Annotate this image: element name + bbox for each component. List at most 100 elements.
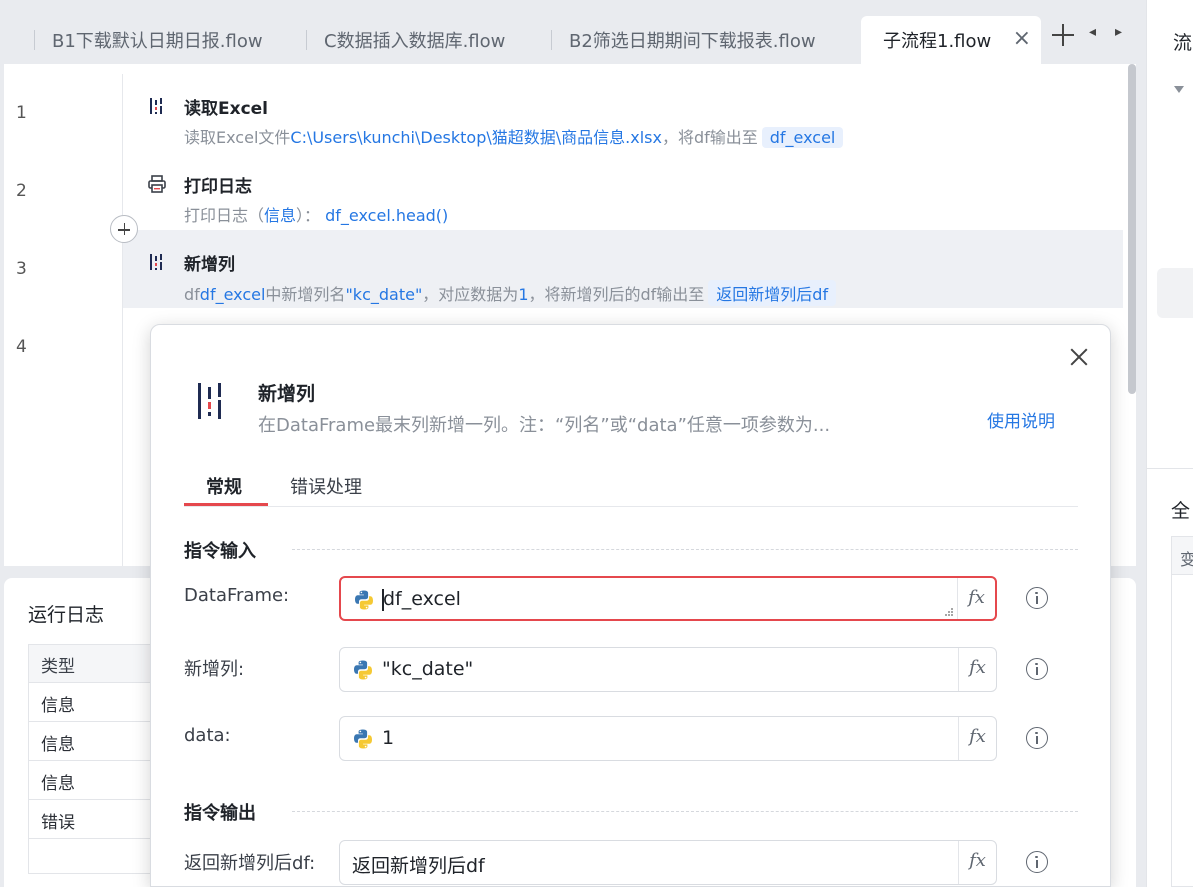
step-description: 打印日志（信息）： df_excel.head() — [184, 202, 448, 226]
variable-table-header: 变 — [1172, 537, 1193, 575]
step-description: dfdf_excel中新增列名"kc_date"，对应数据为1，将新增列后的df… — [184, 280, 837, 306]
python-icon — [354, 660, 372, 680]
tab-bar: B1下载默认日期日报.flow C数据插入数据库.flow B2筛选日期期间下载… — [0, 0, 1146, 64]
tab-separator — [34, 30, 35, 50]
python-icon — [354, 729, 372, 749]
help-link[interactable]: 使用说明 — [987, 407, 1055, 432]
fx-button[interactable]: fx — [958, 841, 996, 884]
column-name: "kc_date" — [345, 285, 423, 304]
section-label: 指令输出 — [184, 799, 266, 825]
tab-label: B1下载默认日期日报.flow — [52, 31, 263, 52]
info-icon[interactable] — [1026, 851, 1048, 873]
python-icon — [355, 590, 373, 610]
section-divider — [292, 811, 1078, 812]
log-level: 信息 — [264, 206, 297, 225]
step-title: 读取Excel — [184, 99, 269, 119]
add-tab-icon[interactable] — [1050, 22, 1076, 48]
fx-button[interactable]: fx — [957, 578, 995, 619]
desc-text: 打印日志（ — [184, 206, 265, 225]
panel-title-flow: 流 — [1173, 32, 1193, 54]
field-label-data: data: — [184, 725, 231, 746]
output-variable-input[interactable]: 返回新增列后df fx — [339, 840, 997, 885]
desc-text: 读取Excel文件 — [184, 128, 291, 147]
printer-icon — [148, 175, 166, 193]
dataframe-input[interactable]: df_excel fx — [339, 576, 997, 621]
line-number: 1 — [16, 103, 27, 123]
tab-label: C数据插入数据库.flow — [324, 31, 506, 52]
df-variable: df_excel — [199, 285, 266, 304]
add-column-dialog: 新增列 在DataFrame最末列新增一列。注：“列名”或“data”任意一项参… — [150, 324, 1111, 887]
field-value: df_excel — [383, 588, 461, 610]
scroll-right-icon[interactable]: ▸ — [1115, 24, 1122, 40]
dialog-title: 新增列 — [258, 383, 316, 405]
scroll-left-icon[interactable]: ◂ — [1089, 24, 1096, 40]
tab-separator — [551, 30, 552, 50]
field-label-dataframe: DataFrame: — [184, 585, 290, 606]
desc-text: 中新增列名 — [265, 285, 346, 304]
active-tab-indicator — [184, 503, 268, 506]
info-icon[interactable] — [1026, 587, 1048, 609]
tab-error-handling[interactable]: 错误处理 — [290, 473, 362, 499]
new-column-input[interactable]: "kc_date" fx — [339, 647, 997, 692]
insert-step-button[interactable] — [110, 215, 138, 243]
table-row[interactable]: 错误 — [29, 800, 167, 839]
info-icon[interactable] — [1026, 727, 1048, 749]
desc-text: ，将新增列后的df输出至 — [528, 285, 705, 304]
dataframe-icon — [198, 383, 221, 419]
tab-general[interactable]: 常规 — [206, 473, 242, 499]
step-description: 读取Excel文件C:\Users\kunchi\Desktop\猫超数据\商品… — [184, 124, 844, 148]
step-title: 新增列 — [184, 255, 235, 275]
tab-b1-flow[interactable]: B1下载默认日期日报.flow — [34, 16, 304, 64]
file-path: C:\Users\kunchi\Desktop\猫超数据\商品信息.xlsx — [290, 128, 662, 147]
field-value: 1 — [382, 727, 395, 749]
table-row[interactable]: 信息 — [29, 761, 167, 800]
log-header-type: 类型 — [29, 645, 167, 683]
section-output: 指令输出 — [184, 799, 1078, 825]
table-row[interactable]: 信息 — [29, 683, 167, 722]
variable-table: 变 — [1171, 536, 1193, 887]
section-label: 指令输入 — [184, 537, 266, 563]
tab-label: 子流程1.flow — [883, 31, 992, 52]
panel-divider — [1147, 468, 1193, 469]
table-row — [29, 839, 167, 873]
output-variable-chip[interactable]: df_excel — [761, 127, 844, 148]
desc-text: ，将df输出至 — [661, 128, 758, 147]
editor-scrollbar[interactable] — [1128, 64, 1136, 394]
section-input: 指令输入 — [184, 537, 1078, 563]
step-read-excel[interactable]: 读取Excel 读取Excel文件C:\Users\kunchi\Desktop… — [123, 74, 1123, 152]
table-row[interactable]: 信息 — [29, 722, 167, 761]
dataframe-icon — [150, 254, 162, 270]
dialog-description: 在DataFrame最末列新增一列。注：“列名”或“data”任意一项参数为..… — [258, 415, 831, 436]
right-panel: 流 全 变 — [1146, 0, 1193, 887]
panel-item[interactable] — [1157, 268, 1193, 318]
line-number: 2 — [16, 181, 27, 201]
step-add-column[interactable]: 新增列 dfdf_excel中新增列名"kc_date"，对应数据为1，将新增列… — [123, 230, 1123, 308]
dialog-tabs: 常规 错误处理 — [184, 465, 1078, 507]
tab-c-flow[interactable]: C数据插入数据库.flow — [306, 16, 550, 64]
fx-button[interactable]: fx — [958, 717, 996, 760]
field-value: "kc_date" — [382, 658, 474, 680]
close-icon[interactable]: × — [1013, 28, 1031, 50]
info-icon[interactable] — [1026, 658, 1048, 680]
section-divider — [292, 549, 1078, 550]
dataframe-icon — [150, 98, 162, 114]
field-value: 返回新增列后df — [352, 855, 485, 877]
data-input[interactable]: 1 fx — [339, 716, 997, 761]
tab-subflow1[interactable]: 子流程1.flow × — [861, 16, 1041, 64]
output-variable-chip[interactable]: 返回新增列后df — [708, 280, 837, 306]
resize-handle-icon[interactable] — [945, 608, 953, 616]
fx-button[interactable]: fx — [958, 648, 996, 691]
line-number: 4 — [16, 337, 27, 357]
step-print-log[interactable]: 打印日志 打印日志（信息）： df_excel.head() — [123, 152, 1123, 230]
field-label-output: 返回新增列后df: — [184, 853, 316, 874]
data-value: 1 — [518, 285, 529, 304]
desc-text: ）： — [296, 206, 321, 225]
tab-b2-flow[interactable]: B2筛选日期期间下载报表.flow — [551, 16, 851, 64]
step-title: 打印日志 — [184, 177, 252, 197]
caret-down-icon[interactable] — [1174, 86, 1184, 93]
close-icon[interactable] — [1069, 347, 1089, 367]
desc-text: df — [184, 285, 200, 304]
line-number: 3 — [16, 259, 27, 279]
desc-text: ，对应数据为 — [422, 285, 519, 304]
log-value: df_excel.head() — [325, 206, 449, 225]
